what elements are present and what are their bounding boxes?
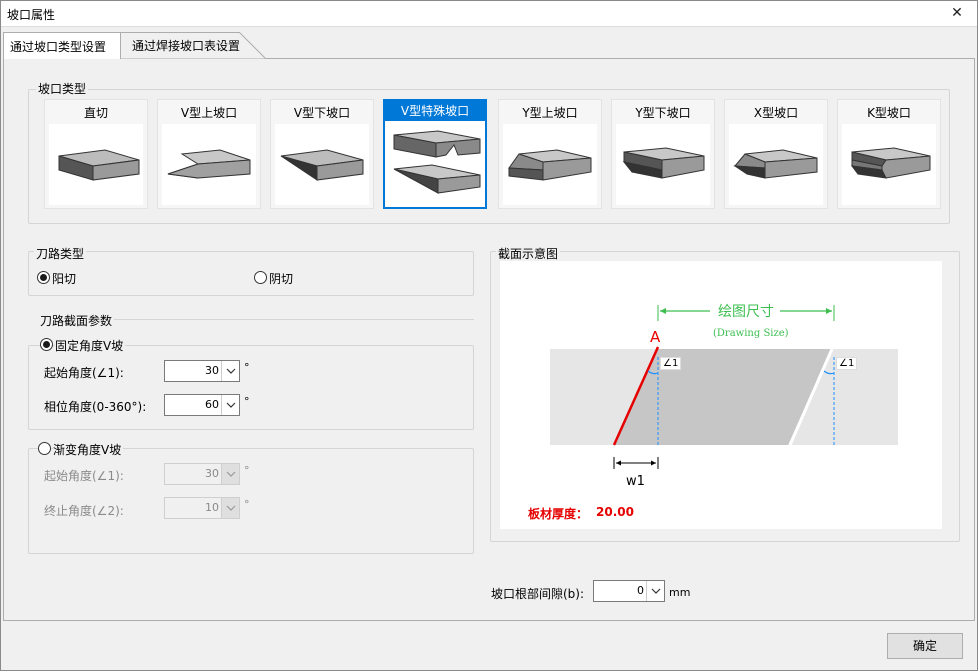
bevel-x-icon (729, 124, 823, 205)
close-icon[interactable]: ✕ (937, 1, 977, 27)
bevel-card-v-top[interactable]: V型上坡口 (157, 99, 261, 209)
radio-fixed-angle-label: 固定角度V坡 (55, 337, 126, 354)
bevel-card-label: V型上坡口 (180, 106, 238, 120)
bevel-card-label: 直切 (83, 106, 108, 120)
gradual-start-angle-combo: 30 (164, 463, 240, 485)
section-diagram-title: 截面示意图 (496, 245, 561, 262)
degree-unit: ° (244, 361, 250, 374)
bevel-v-top-icon (162, 124, 256, 205)
gradual-angle-group (28, 448, 474, 554)
section-diagram-canvas: 绘图尺寸 (Drawing Size) A ∠1 ∠1 w1 板材厚度： 20.… (500, 261, 942, 529)
drawing-size-sub: (Drawing Size) (713, 328, 789, 339)
start-angle-combo[interactable]: 30 (164, 360, 240, 382)
thickness-label: 板材厚度： (528, 507, 589, 521)
title-bar: 坡口属性 ✕ (1, 1, 977, 27)
w1-label: w1 (626, 474, 645, 489)
tab-weld-table[interactable]: 通过焊接坡口表设置 (132, 37, 240, 54)
ok-button[interactable]: 确定 (887, 633, 963, 659)
angle-label-left: ∠1 (660, 357, 682, 370)
bevel-card-label: V型下坡口 (293, 106, 351, 120)
radio-fixed-angle[interactable] (40, 338, 53, 351)
angle-label-right: ∠1 (836, 357, 858, 370)
bevel-card-label: Y型下坡口 (635, 106, 691, 120)
bevel-card-label: V型特殊坡口 (385, 101, 485, 121)
chevron-down-icon[interactable] (221, 395, 239, 415)
radio-negative-cut-label: 阴切 (269, 272, 294, 286)
bevel-type-group-title: 坡口类型 (36, 80, 89, 97)
bevel-card-v-bottom[interactable]: V型下坡口 (270, 99, 374, 209)
bevel-card-y-bottom[interactable]: Y型下坡口 (611, 99, 715, 209)
section-params-divider (114, 319, 474, 320)
bevel-v-special-icon (388, 123, 482, 204)
gradual-end-angle-combo: 10 (164, 497, 240, 519)
root-gap-value: 0 (637, 584, 644, 597)
phase-angle-label: 相位角度(0-360°): (44, 400, 147, 414)
bevel-card-v-special[interactable]: V型特殊坡口 (383, 99, 487, 209)
fixed-angle-group (28, 345, 474, 430)
radio-gradual-angle-label: 渐变角度V坡 (53, 441, 124, 458)
radio-positive-cut-label: 阳切 (52, 272, 77, 286)
bevel-straight-icon (49, 124, 143, 205)
bevel-card-label: Y型上坡口 (522, 106, 578, 120)
toolpath-type-group-title: 刀路类型 (34, 245, 87, 262)
radio-gradual-angle[interactable] (38, 442, 51, 455)
phase-angle-combo[interactable]: 60 (164, 394, 240, 416)
tab-bevel-type[interactable]: 通过坡口类型设置 (3, 32, 121, 59)
bevel-card-straight[interactable]: 直切 (44, 99, 148, 209)
bevel-card-x[interactable]: X型坡口 (724, 99, 828, 209)
root-gap-combo[interactable]: 0 (593, 580, 665, 602)
chevron-down-icon[interactable] (646, 581, 664, 601)
bevel-y-bottom-icon (616, 124, 710, 205)
gradual-end-angle-value: 10 (205, 501, 219, 514)
w1-arrow-right (651, 460, 656, 466)
chevron-down-icon (221, 498, 239, 518)
bevel-properties-dialog: 坡口属性 ✕ 通过坡口类型设置 通过焊接坡口表设置 坡口类型 直切 V型上坡口 … (0, 0, 978, 671)
thickness-value: 20.00 (596, 505, 634, 519)
gradual-start-angle-value: 30 (205, 467, 219, 480)
bevel-card-label: K型坡口 (867, 106, 911, 120)
size-arrow-right (826, 308, 832, 314)
root-gap-unit: mm (669, 586, 691, 599)
chevron-down-icon[interactable] (221, 361, 239, 381)
radio-positive-cut[interactable] (37, 271, 50, 284)
chevron-down-icon (221, 464, 239, 484)
toolpath-type-group (28, 251, 474, 296)
gradual-end-angle-label: 终止角度(∠2): (44, 504, 124, 518)
section-params-title: 刀路截面参数 (38, 312, 115, 329)
drawing-size-label: 绘图尺寸 (718, 304, 774, 320)
bevel-card-k[interactable]: K型坡口 (837, 99, 941, 209)
phase-angle-value: 60 (205, 398, 219, 411)
tab-bevel-type-label: 通过坡口类型设置 (10, 40, 107, 54)
start-angle-value: 30 (205, 364, 219, 377)
point-a-label: A (650, 328, 661, 346)
degree-unit: ° (244, 395, 250, 408)
radio-negative-cut[interactable] (254, 271, 267, 284)
w1-arrow-left (616, 460, 621, 466)
gradual-start-angle-label: 起始角度(∠1): (44, 469, 124, 483)
bevel-v-bottom-icon (275, 124, 369, 205)
bevel-card-label: X型坡口 (753, 106, 799, 120)
tab-panel: 坡口类型 直切 V型上坡口 V型下坡口 V型特殊坡口 Y型上坡口 Y型下坡口 X… (3, 58, 975, 621)
size-arrow-left (660, 308, 666, 314)
window-title: 坡口属性 (7, 8, 56, 22)
root-gap-label: 坡口根部间隙(b): (491, 587, 585, 601)
bevel-y-top-icon (503, 124, 597, 205)
start-angle-label: 起始角度(∠1): (44, 366, 124, 380)
bevel-card-y-top[interactable]: Y型上坡口 (498, 99, 602, 209)
degree-unit: ° (244, 464, 250, 477)
degree-unit: ° (244, 498, 250, 511)
bevel-k-icon (842, 124, 936, 205)
